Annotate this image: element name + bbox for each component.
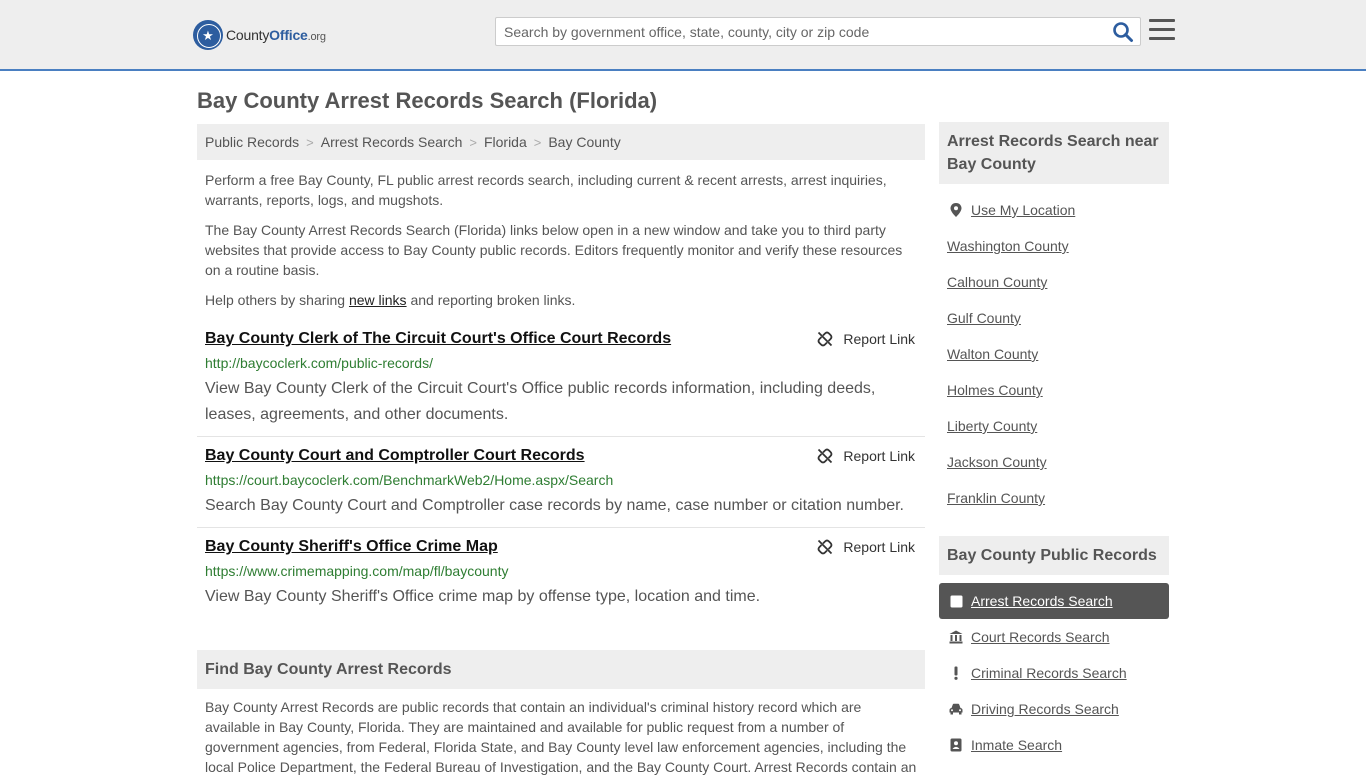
site-header: ★ CountyOffice.org [0, 0, 1366, 71]
logo-text: CountyOffice.org [226, 27, 326, 43]
record-url: https://www.crimemapping.com/map/fl/bayc… [205, 563, 509, 579]
map-pin-icon [949, 203, 963, 217]
nearby-county-link[interactable]: Washington County [947, 238, 1069, 254]
id-badge-icon [949, 738, 963, 752]
divider [197, 527, 925, 528]
nearby-county-link[interactable]: Calhoun County [947, 274, 1047, 290]
report-link-button[interactable]: Report Link [817, 539, 915, 555]
sidebar-item-court-records[interactable]: Court Records Search [939, 619, 1169, 655]
breadcrumb-public-records[interactable]: Public Records [205, 134, 299, 150]
search-icon[interactable] [1112, 21, 1134, 43]
record-title-link[interactable]: Bay County Sheriff's Office Crime Map [205, 538, 498, 556]
nearby-heading: Arrest Records Search near Bay County [939, 122, 1169, 184]
logo-seal-icon: ★ [193, 20, 223, 50]
breadcrumb-separator: > [533, 134, 542, 150]
record-description: View Bay County Sheriff's Office crime m… [205, 588, 761, 605]
find-records-heading: Find Bay County Arrest Records [197, 650, 925, 689]
breadcrumb-florida[interactable]: Florida [484, 134, 527, 150]
public-records-heading: Bay County Public Records [939, 536, 1169, 575]
search-input[interactable] [496, 18, 1096, 45]
nearby-county-link[interactable]: Walton County [947, 346, 1038, 362]
record-item: Bay County Clerk of The Circuit Court's … [197, 330, 925, 430]
search-box [495, 17, 1141, 46]
breadcrumb-separator: > [306, 134, 314, 150]
divider [197, 436, 925, 437]
use-my-location[interactable]: Use My Location [939, 192, 1169, 228]
sidebar-item-arrest-records[interactable]: Arrest Records Search [939, 583, 1169, 619]
record-description: Search Bay County Court and Comptroller … [205, 497, 904, 514]
nearby-county-link[interactable]: Gulf County [947, 310, 1021, 326]
find-records-text: Bay County Arrest Records are public rec… [205, 699, 917, 775]
exclamation-icon [949, 666, 963, 680]
page-title: Bay County Arrest Records Search (Florid… [197, 88, 658, 113]
report-link-button[interactable]: Report Link [817, 448, 915, 464]
breadcrumb: Public Records > Arrest Records Search >… [197, 124, 925, 160]
nearby-county-link[interactable]: Jackson County [947, 454, 1047, 470]
square-icon [949, 594, 963, 608]
report-link-button[interactable]: Report Link [817, 331, 915, 347]
nearby-county-link[interactable]: Liberty County [947, 418, 1037, 434]
broken-link-icon [818, 448, 833, 464]
record-title-link[interactable]: Bay County Court and Comptroller Court R… [205, 447, 585, 465]
hamburger-menu-icon[interactable] [1149, 19, 1175, 43]
intro-paragraph-2: The Bay County Arrest Records Search (Fl… [205, 222, 903, 278]
intro-paragraph-1: Perform a free Bay County, FL public arr… [205, 172, 887, 208]
record-url: http://baycoclerk.com/public-records/ [205, 355, 433, 371]
nearby-county-link[interactable]: Holmes County [947, 382, 1043, 398]
intro-paragraph-3: Help others by sharing new links and rep… [205, 292, 576, 308]
breadcrumb-bay-county[interactable]: Bay County [548, 134, 620, 150]
car-icon [949, 702, 963, 716]
record-item: Bay County Sheriff's Office Crime Map Re… [197, 538, 925, 613]
breadcrumb-arrest-records-search[interactable]: Arrest Records Search [321, 134, 463, 150]
sidebar-item-driving-records[interactable]: Driving Records Search [939, 691, 1169, 727]
broken-link-icon [818, 539, 833, 555]
broken-link-icon [818, 331, 833, 347]
courthouse-icon [949, 630, 963, 644]
sidebar-item-criminal-records[interactable]: Criminal Records Search [939, 655, 1169, 691]
site-logo[interactable]: ★ CountyOffice.org [193, 20, 326, 50]
record-url: https://court.baycoclerk.com/BenchmarkWe… [205, 472, 614, 488]
record-title-link[interactable]: Bay County Clerk of The Circuit Court's … [205, 330, 671, 348]
record-description: View Bay County Clerk of the Circuit Cou… [205, 380, 876, 423]
nearby-county-link[interactable]: Franklin County [947, 490, 1045, 506]
breadcrumb-separator: > [469, 134, 477, 150]
record-item: Bay County Court and Comptroller Court R… [197, 447, 925, 522]
new-links-link[interactable]: new links [349, 292, 407, 308]
sidebar-item-inmate-search[interactable]: Inmate Search [939, 727, 1169, 763]
